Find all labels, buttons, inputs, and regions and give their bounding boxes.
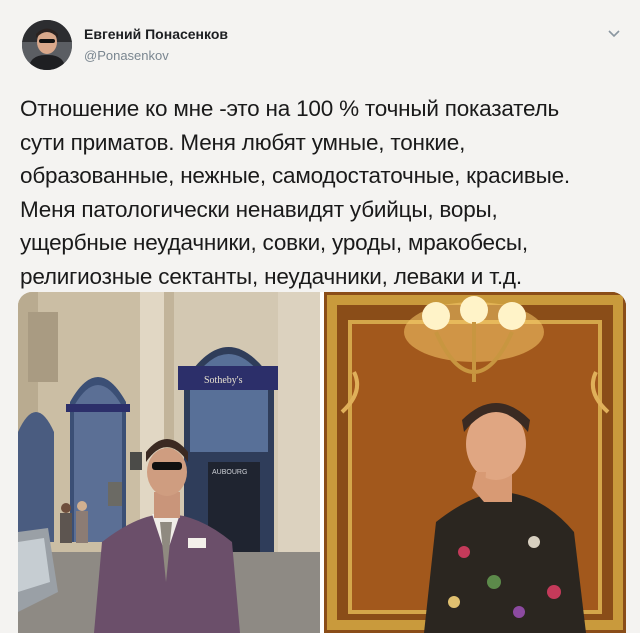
- tweet-media[interactable]: Sotheby's AUBOURG: [18, 292, 626, 633]
- tweet-text: Отношение ко мне -это на 100 % точный по…: [20, 96, 570, 289]
- shop-sign: Sotheby's: [204, 375, 243, 386]
- photo-street[interactable]: Sotheby's AUBOURG: [18, 292, 320, 633]
- photo-interior[interactable]: [324, 292, 626, 633]
- author-name[interactable]: Евгений Понасенков: [84, 26, 228, 42]
- avatar[interactable]: [22, 20, 72, 70]
- window-text: AUBOURG: [212, 469, 247, 476]
- chevron-down-icon[interactable]: [606, 28, 622, 40]
- author-handle[interactable]: @Ponasenkov: [84, 48, 169, 63]
